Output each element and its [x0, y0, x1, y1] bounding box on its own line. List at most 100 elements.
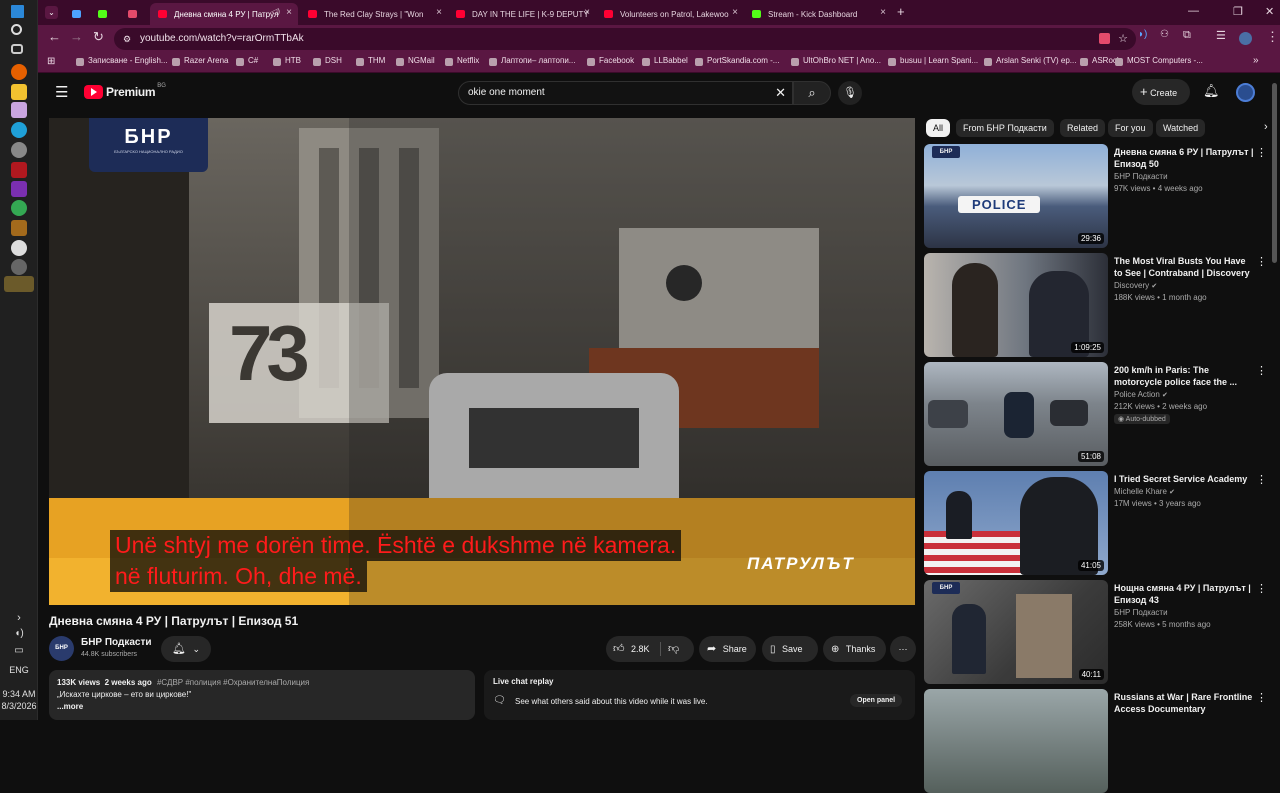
app-icon[interactable]: [11, 162, 27, 178]
bookmark-item[interactable]: UltOhBro NET | Ano...: [791, 56, 881, 66]
browser-menu-icon[interactable]: ⋮: [1266, 29, 1279, 45]
bookmark-item[interactable]: MOST Computers -...: [1115, 56, 1203, 66]
extension-icon[interactable]: ⚇: [1160, 29, 1169, 40]
recommendation-channel[interactable]: БНР Подкасти: [1114, 172, 1168, 181]
more-options-icon[interactable]: ⋮: [1256, 146, 1267, 159]
recommendation-channel[interactable]: Discovery ✔: [1114, 281, 1157, 290]
chip-all[interactable]: All: [926, 119, 951, 137]
clock-time[interactable]: 9:34 AM: [0, 689, 38, 699]
onenote-icon[interactable]: [11, 181, 27, 197]
dislike-button[interactable]: 👎︎: [668, 636, 679, 662]
hamburger-menu-icon[interactable]: ☰: [55, 83, 68, 101]
search-input[interactable]: okie one moment ✕: [458, 81, 793, 105]
more-options-icon[interactable]: ⋮: [1256, 582, 1267, 595]
chip-from-channel[interactable]: From БНР Подкасти: [956, 119, 1054, 137]
more-options-icon[interactable]: ⋮: [1256, 255, 1267, 268]
app-icon[interactable]: [11, 220, 27, 236]
tab-pinned-3[interactable]: [120, 3, 144, 25]
chip-for-you[interactable]: For you: [1108, 119, 1153, 137]
file-explorer-icon[interactable]: [11, 84, 27, 100]
video-thumbnail[interactable]: 41:05: [924, 471, 1108, 575]
video-thumbnail[interactable]: БНР 40:11: [924, 580, 1108, 684]
app-icon[interactable]: [11, 240, 27, 256]
recommendation-channel[interactable]: Police Action ✔: [1114, 390, 1168, 399]
app-icon[interactable]: [11, 259, 27, 275]
bookmark-item[interactable]: THM: [356, 56, 385, 66]
voice-search-button[interactable]: 🎙: [838, 81, 862, 105]
extensions-puzzle-icon[interactable]: ⧉: [1183, 29, 1191, 42]
scrollbar-thumb[interactable]: [1272, 83, 1277, 263]
more-options-icon[interactable]: ⋮: [1256, 473, 1267, 486]
bookmark-item[interactable]: Netflix: [445, 56, 479, 66]
description-box[interactable]: 133K views 2 weeks ago #СДВР #полиция #О…: [49, 670, 475, 720]
save-button[interactable]: ▯ Save: [762, 636, 818, 662]
like-button[interactable]: 👍︎ 2.8K: [613, 636, 650, 662]
video-player[interactable]: БНР БЪЛГАРСКО НАЦИОНАЛНО РАДИО 73 ПАТРУЛ…: [49, 118, 915, 605]
reload-icon[interactable]: ↻: [93, 29, 104, 45]
recommendation-item[interactable]: БНР 40:11 Нощна смяна 4 РУ | Патрулът | …: [924, 580, 1274, 684]
photos-icon[interactable]: [11, 102, 27, 118]
tab-mute-icon[interactable]: ◁): [271, 7, 280, 16]
bookmark-item[interactable]: LLBabbel: [642, 56, 688, 66]
search-icon[interactable]: [11, 24, 22, 35]
recommendation-item[interactable]: 51:08 200 km/h in Paris: The motorcycle …: [924, 362, 1274, 466]
subscribed-button[interactable]: 🔔︎ ⌄: [161, 636, 211, 662]
youtube-logo[interactable]: Premium BG: [84, 83, 166, 99]
firefox-icon[interactable]: [11, 64, 27, 80]
new-tab-icon[interactable]: +: [897, 4, 905, 19]
tab-search-icon[interactable]: ⌄: [45, 6, 58, 19]
tab-k9-deputy[interactable]: DAY IN THE LIFE | K-9 DEPUTY ×: [448, 3, 596, 25]
tab-close-icon[interactable]: ×: [732, 7, 738, 18]
recommendation-item[interactable]: Russians at War | Rare Frontline Access …: [924, 689, 1274, 793]
extension-icon[interactable]: ◗): [1138, 29, 1147, 40]
bookmarks-overflow-icon[interactable]: »: [1253, 55, 1259, 66]
video-thumbnail[interactable]: 51:08: [924, 362, 1108, 466]
show-more-link[interactable]: ...more: [57, 701, 467, 713]
description-tags[interactable]: #СДВР #полиция #ОхранителнаПолиция: [157, 678, 309, 687]
bookmark-item[interactable]: NGMail: [396, 56, 435, 66]
account-avatar[interactable]: [1236, 83, 1255, 102]
edge-icon[interactable]: [11, 122, 27, 138]
chip-related[interactable]: Related: [1060, 119, 1106, 137]
apps-grid-icon[interactable]: ⊞: [47, 56, 55, 67]
profile-avatar[interactable]: [1239, 32, 1252, 45]
bookmark-item[interactable]: Facebook: [587, 56, 634, 66]
media-controls-icon[interactable]: ☰: [1216, 29, 1226, 42]
channel-avatar[interactable]: БНР: [49, 636, 74, 661]
back-icon[interactable]: ←: [48, 29, 61, 44]
close-window-icon[interactable]: ✕: [1265, 5, 1274, 18]
search-button[interactable]: ⌕: [793, 81, 831, 105]
tray-chevron-icon[interactable]: ›: [0, 612, 38, 624]
maximize-icon[interactable]: ❐: [1233, 5, 1243, 18]
chrome-icon[interactable]: [11, 200, 27, 216]
bookmark-item[interactable]: Записване - English...: [76, 56, 168, 66]
share-button[interactable]: ➦ Share: [699, 636, 756, 662]
tab-close-icon[interactable]: ×: [286, 7, 292, 18]
chips-next-icon[interactable]: ›: [1264, 121, 1268, 133]
bookmark-item[interactable]: DSH: [313, 56, 342, 66]
recommendation-item[interactable]: 41:05 I Tried Secret Service Academy Mic…: [924, 471, 1274, 575]
more-options-icon[interactable]: ⋮: [1256, 364, 1267, 377]
tab-close-icon[interactable]: ×: [880, 7, 886, 18]
channel-name[interactable]: БНР Подкасти: [81, 637, 152, 648]
tab-pinned-2[interactable]: [90, 3, 114, 25]
more-actions-button[interactable]: ⋯: [890, 636, 916, 662]
thanks-button[interactable]: ⊕ Thanks: [823, 636, 886, 662]
more-options-icon[interactable]: ⋮: [1256, 691, 1267, 704]
keyboard-icon[interactable]: ▭: [0, 645, 38, 656]
clock-date[interactable]: 8/3/2026: [0, 701, 38, 711]
tab-close-icon[interactable]: ×: [436, 7, 442, 18]
bookmark-item[interactable]: C#: [236, 56, 258, 66]
forward-icon[interactable]: →: [70, 29, 83, 44]
volume-icon[interactable]: ◖): [0, 628, 38, 639]
bookmark-item[interactable]: busuu | Learn Spani...: [888, 56, 978, 66]
task-view-icon[interactable]: [11, 44, 23, 54]
tab-pinned-1[interactable]: [64, 3, 88, 25]
site-info-icon[interactable]: ⚙: [123, 28, 131, 50]
bookmark-item[interactable]: Razer Arena: [172, 56, 228, 66]
open-panel-button[interactable]: Open panel: [850, 694, 903, 707]
language-indicator[interactable]: ENG: [0, 665, 38, 675]
tab-close-icon[interactable]: ×: [584, 7, 590, 18]
chrome-active-icon[interactable]: [4, 276, 34, 292]
bookmark-item[interactable]: Arslan Senki (TV) ep...: [984, 56, 1076, 66]
